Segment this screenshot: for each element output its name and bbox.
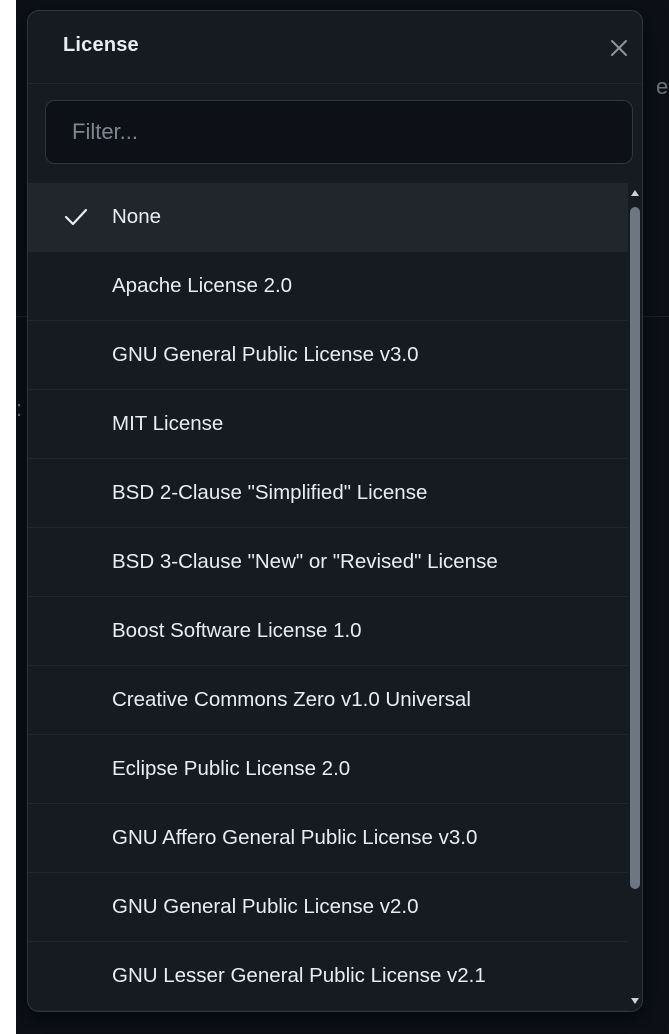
scroll-up-button[interactable] [628,183,642,203]
background-text-fragment: : [16,396,23,421]
license-option[interactable]: GNU Affero General Public License v3.0 [28,804,628,873]
background-text-fragment: e [656,74,669,99]
triangle-down-icon [631,998,639,1004]
license-option[interactable]: BSD 3-Clause "New" or "Revised" License [28,528,628,597]
license-option-label: BSD 3-Clause "New" or "Revised" License [112,550,498,573]
filter-input[interactable] [46,101,632,163]
license-option[interactable]: GNU General Public License v3.0 [28,321,628,390]
license-option[interactable]: GNU General Public License v2.0 [28,873,628,942]
check-icon [64,208,88,226]
license-list: None Apache License 2.0 GNU General Public… [28,183,628,1011]
license-option-label: Apache License 2.0 [112,274,293,297]
license-option[interactable]: Creative Commons Zero v1.0 Universal [28,666,628,735]
dialog-title: License [63,34,139,56]
license-option-label: GNU Lesser General Public License v2.1 [112,964,486,987]
scroll-thumb[interactable] [630,207,640,889]
filter-box [45,100,633,164]
license-option-label: GNU General Public License v2.0 [112,895,419,918]
license-option-label: GNU Affero General Public License v3.0 [112,826,478,849]
license-option[interactable]: Eclipse Public License 2.0 [28,735,628,804]
license-option-label: Creative Commons Zero v1.0 Universal [112,688,471,711]
license-option-label: Eclipse Public License 2.0 [112,757,351,780]
license-select-dialog: License None Apache License 2.0 GNU Genera… [27,10,643,1012]
app-frame: e : License None Apache License 2.0 GNU Ge… [16,0,669,1034]
license-option-label: BSD 2-Clause "Simplified" License [112,481,428,504]
license-option[interactable]: Apache License 2.0 [28,252,628,321]
close-icon [611,40,627,56]
triangle-up-icon [631,190,639,196]
license-option-label: None [112,205,162,228]
license-option[interactable]: Boost Software License 1.0 [28,597,628,666]
dialog-header: License [28,11,642,84]
license-option[interactable]: GNU Lesser General Public License v2.1 [28,942,628,1011]
scrollbar[interactable] [628,183,642,1011]
license-option-label: Boost Software License 1.0 [112,619,362,642]
license-option[interactable]: BSD 2-Clause "Simplified" License [28,459,628,528]
close-button[interactable] [602,31,636,65]
scroll-down-button[interactable] [628,991,642,1011]
license-option[interactable]: None [28,183,628,252]
license-option-label: MIT License [112,412,224,435]
license-option-label: GNU General Public License v3.0 [112,343,419,366]
license-option[interactable]: MIT License [28,390,628,459]
